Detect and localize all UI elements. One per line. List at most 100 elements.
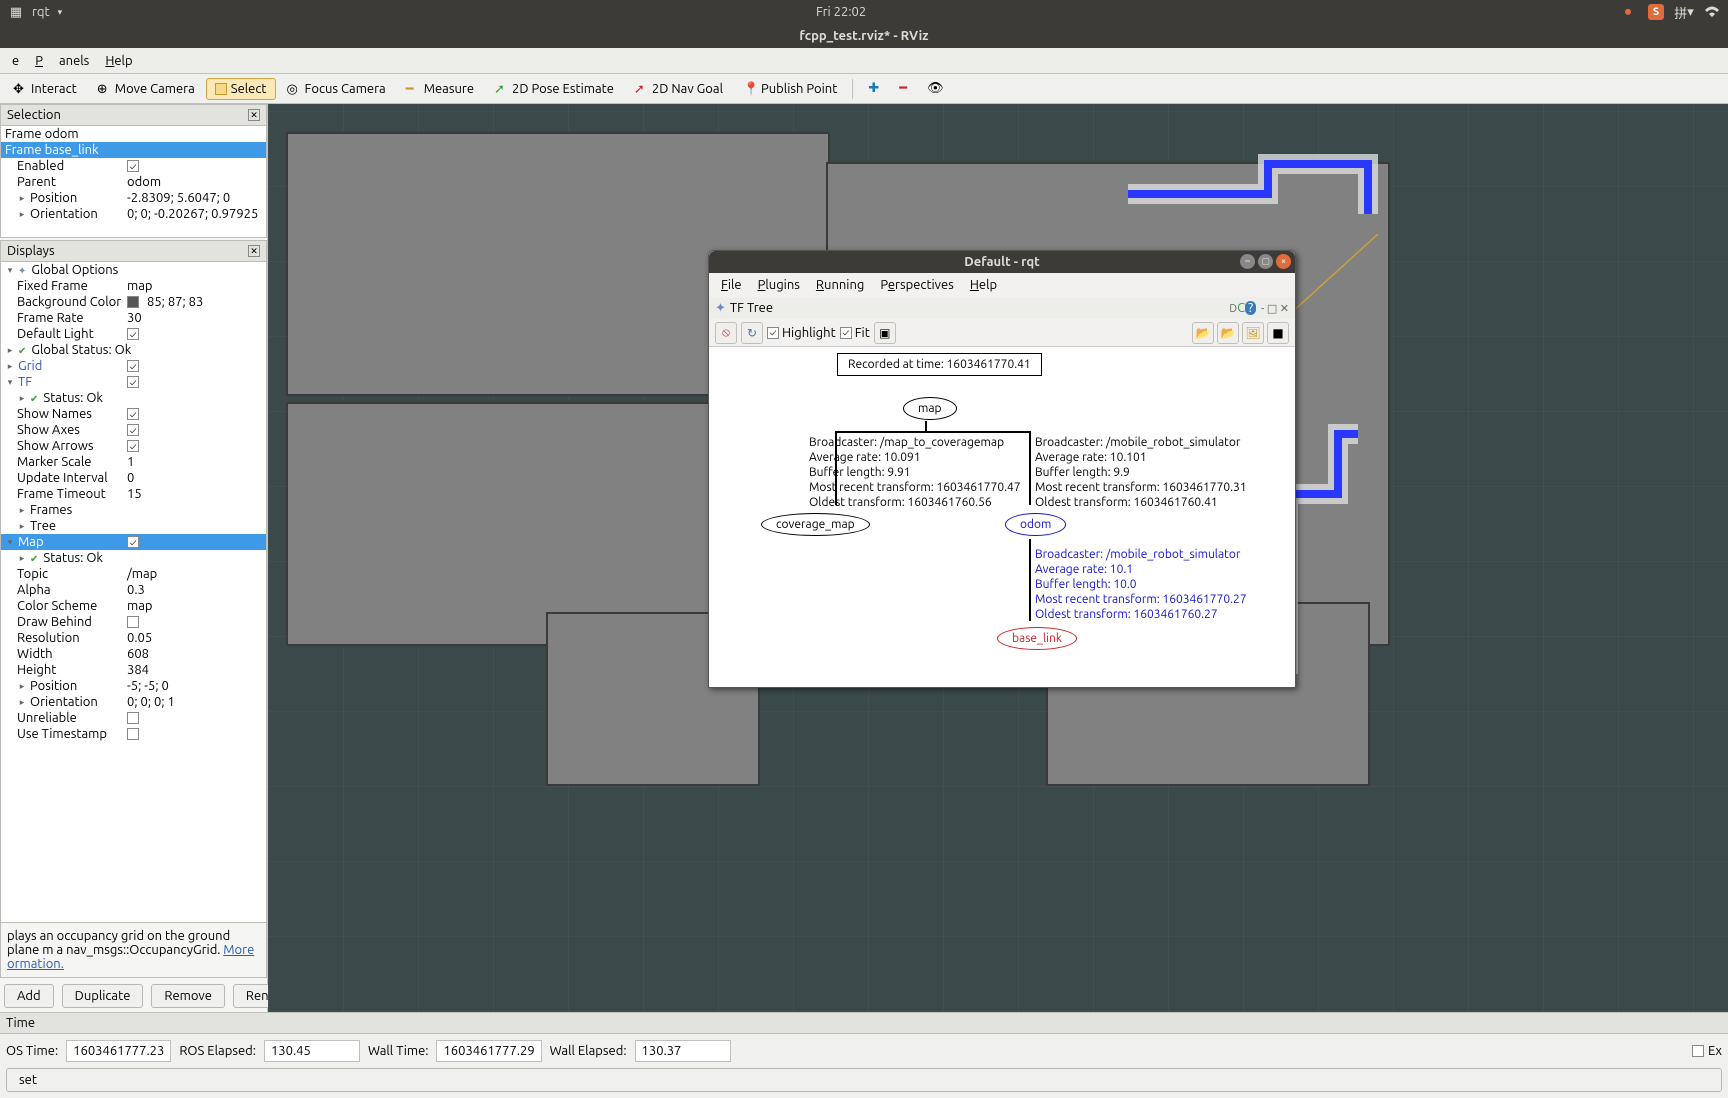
tree-row[interactable]: Show Names✓ <box>1 406 266 422</box>
tree-row[interactable]: Resolution0.05 <box>1 630 266 646</box>
tree-row[interactable]: Color Schememap <box>1 598 266 614</box>
stop2-icon[interactable]: ■ <box>1267 322 1289 344</box>
maximize-icon[interactable]: ▢ <box>1258 254 1273 269</box>
active-app-name[interactable]: rqt <box>32 5 50 19</box>
rviz-3d-view[interactable]: Default - rqt – ▢ × File Plugins Running… <box>268 104 1728 1012</box>
close-icon[interactable]: × <box>1276 254 1291 269</box>
rqt-menu-help[interactable]: Help <box>964 276 1003 294</box>
rqt-plugin-tab[interactable]: ✦TF Tree DC? - □ ✕ <box>709 297 1295 319</box>
ros-elapsed-value[interactable]: 130.45 <box>264 1040 360 1062</box>
refresh-icon[interactable]: ↻ <box>741 322 763 344</box>
tree-row[interactable]: ▾Map✓ <box>1 534 266 550</box>
close-panel-icon[interactable]: ✕ <box>248 109 260 121</box>
rqt-corner-controls[interactable]: DC? - □ ✕ <box>1229 301 1289 315</box>
tree-row[interactable]: Width608 <box>1 646 266 662</box>
tree-row[interactable]: ▾TF✓ <box>1 374 266 390</box>
checkbox[interactable] <box>127 712 139 724</box>
export-icon[interactable]: 🖼 <box>1242 322 1264 344</box>
menu-help[interactable]: Help <box>97 50 140 72</box>
tree-row[interactable]: ▸Frames <box>1 502 266 518</box>
tool-visibility[interactable]: 👁 <box>918 77 953 100</box>
fit-checkbox[interactable]: ✓Fit <box>840 326 870 340</box>
wall-elapsed-value[interactable]: 130.37 <box>635 1040 731 1062</box>
wall-time-value[interactable]: 1603461777.29 <box>436 1040 541 1062</box>
tree-row[interactable]: Topic/map <box>1 566 266 582</box>
record-icon[interactable]: ⏺ <box>1620 4 1636 20</box>
stop-icon[interactable]: ⦸ <box>715 322 737 344</box>
tree-row[interactable]: Frame base_link <box>1 142 266 158</box>
tool-interact[interactable]: ✥Interact <box>4 78 86 100</box>
tree-row[interactable]: ▸Orientation0; 0; -0.20267; 0.97925 <box>1 206 266 222</box>
experimental-checkbox[interactable]: Ex <box>1692 1044 1722 1058</box>
minimize-icon[interactable]: – <box>1240 254 1255 269</box>
tf-node-map[interactable]: map <box>903 397 957 420</box>
close-panel-icon[interactable]: ✕ <box>248 245 260 257</box>
tool-remove[interactable]: ━ <box>890 77 916 100</box>
open-icon[interactable]: 📂 <box>1192 322 1214 344</box>
checkbox[interactable]: ✓ <box>127 440 139 452</box>
menu-panels[interactable]: Panels <box>27 50 97 72</box>
rqt-window[interactable]: Default - rqt – ▢ × File Plugins Running… <box>708 250 1296 688</box>
tree-row[interactable]: Show Arrows✓ <box>1 438 266 454</box>
remove-button[interactable]: Remove <box>151 984 225 1008</box>
tree-row[interactable]: ▸Orientation0; 0; 0; 1 <box>1 694 266 710</box>
tree-row[interactable]: ▾Global Options <box>1 262 266 278</box>
tree-row[interactable]: Enabled✓ <box>1 158 266 174</box>
displays-panel-header[interactable]: Displays ✕ <box>0 240 267 262</box>
rqt-menu-running[interactable]: Running <box>810 276 870 294</box>
tree-row[interactable]: ▸Global Status: Ok <box>1 342 266 358</box>
tree-row[interactable]: Frame Rate30 <box>1 310 266 326</box>
tree-row[interactable]: ▸Position-5; -5; 0 <box>1 678 266 694</box>
tool-add[interactable]: ✚ <box>859 77 888 100</box>
screenshot-tray-icon[interactable]: S <box>1648 4 1664 20</box>
tree-row[interactable]: Show Axes✓ <box>1 422 266 438</box>
rqt-menu-perspectives[interactable]: Perspectives <box>874 276 959 294</box>
image-icon[interactable]: ▣ <box>874 322 896 344</box>
highlight-checkbox[interactable]: ✓Highlight <box>767 326 836 340</box>
checkbox[interactable]: ✓ <box>127 328 139 340</box>
add-button[interactable]: Add <box>4 984 54 1008</box>
tf-node-base-link[interactable]: base_link <box>997 627 1077 650</box>
checkbox[interactable]: ✓ <box>127 376 139 388</box>
wifi-icon[interactable] <box>1704 4 1720 20</box>
tree-row[interactable]: Frame Timeout15 <box>1 486 266 502</box>
tree-row[interactable]: ▸Tree <box>1 518 266 534</box>
tf-node-coverage-map[interactable]: coverage_map <box>761 513 870 536</box>
tool-2d-nav-goal[interactable]: ➚2D Nav Goal <box>625 78 732 100</box>
tool-move-camera[interactable]: ⊕Move Camera <box>88 78 204 100</box>
tool-measure[interactable]: ━Measure <box>397 78 483 100</box>
selection-panel-body[interactable]: Frame odomFrame base_linkEnabled✓Parento… <box>0 126 267 238</box>
tree-row[interactable]: ▸Status: Ok <box>1 550 266 566</box>
duplicate-button[interactable]: Duplicate <box>62 984 144 1008</box>
menu-file[interactable]: e <box>4 50 27 72</box>
tf-node-odom[interactable]: odom <box>1005 513 1066 536</box>
checkbox[interactable]: ✓ <box>127 536 139 548</box>
tree-row[interactable]: ▸Position-2.8309; 5.6047; 0 <box>1 190 266 206</box>
tool-focus-camera[interactable]: ◎Focus Camera <box>278 78 395 100</box>
tree-row[interactable]: Use Timestamp <box>1 726 266 742</box>
tree-row[interactable]: Default Light✓ <box>1 326 266 342</box>
tf-tree-canvas[interactable]: Recorded at time: 1603461770.41 map Broa… <box>709 347 1295 687</box>
rqt-menu-plugins[interactable]: Plugins <box>752 276 806 294</box>
tool-select[interactable]: Select <box>206 78 276 100</box>
tree-row[interactable]: Height384 <box>1 662 266 678</box>
tree-row[interactable]: Parentodom <box>1 174 266 190</box>
checkbox[interactable]: ✓ <box>127 408 139 420</box>
tool-publish-point[interactable]: 📍Publish Point <box>734 78 846 100</box>
tree-row[interactable]: Fixed Framemap <box>1 278 266 294</box>
tree-row[interactable]: ▸Status: Ok <box>1 390 266 406</box>
checkbox[interactable]: ✓ <box>127 160 139 172</box>
rqt-window-title[interactable]: Default - rqt – ▢ × <box>709 251 1295 273</box>
checkbox[interactable] <box>127 728 139 740</box>
rqt-menu-file[interactable]: File <box>715 276 748 294</box>
checkbox[interactable] <box>127 616 139 628</box>
tree-row[interactable]: Update Interval0 <box>1 470 266 486</box>
tree-row[interactable]: Background Color85; 87; 83 <box>1 294 266 310</box>
displays-panel-body[interactable]: ▾Global OptionsFixed FramemapBackground … <box>0 262 267 923</box>
tree-row[interactable]: Draw Behind <box>1 614 266 630</box>
tool-2d-pose-estimate[interactable]: ➚2D Pose Estimate <box>485 78 623 100</box>
tree-row[interactable]: Unreliable <box>1 710 266 726</box>
ros-time-value[interactable]: 1603461777.23 <box>66 1040 171 1062</box>
checkbox[interactable]: ✓ <box>127 360 139 372</box>
ime-indicator[interactable]: 拼▾ <box>1676 4 1692 20</box>
